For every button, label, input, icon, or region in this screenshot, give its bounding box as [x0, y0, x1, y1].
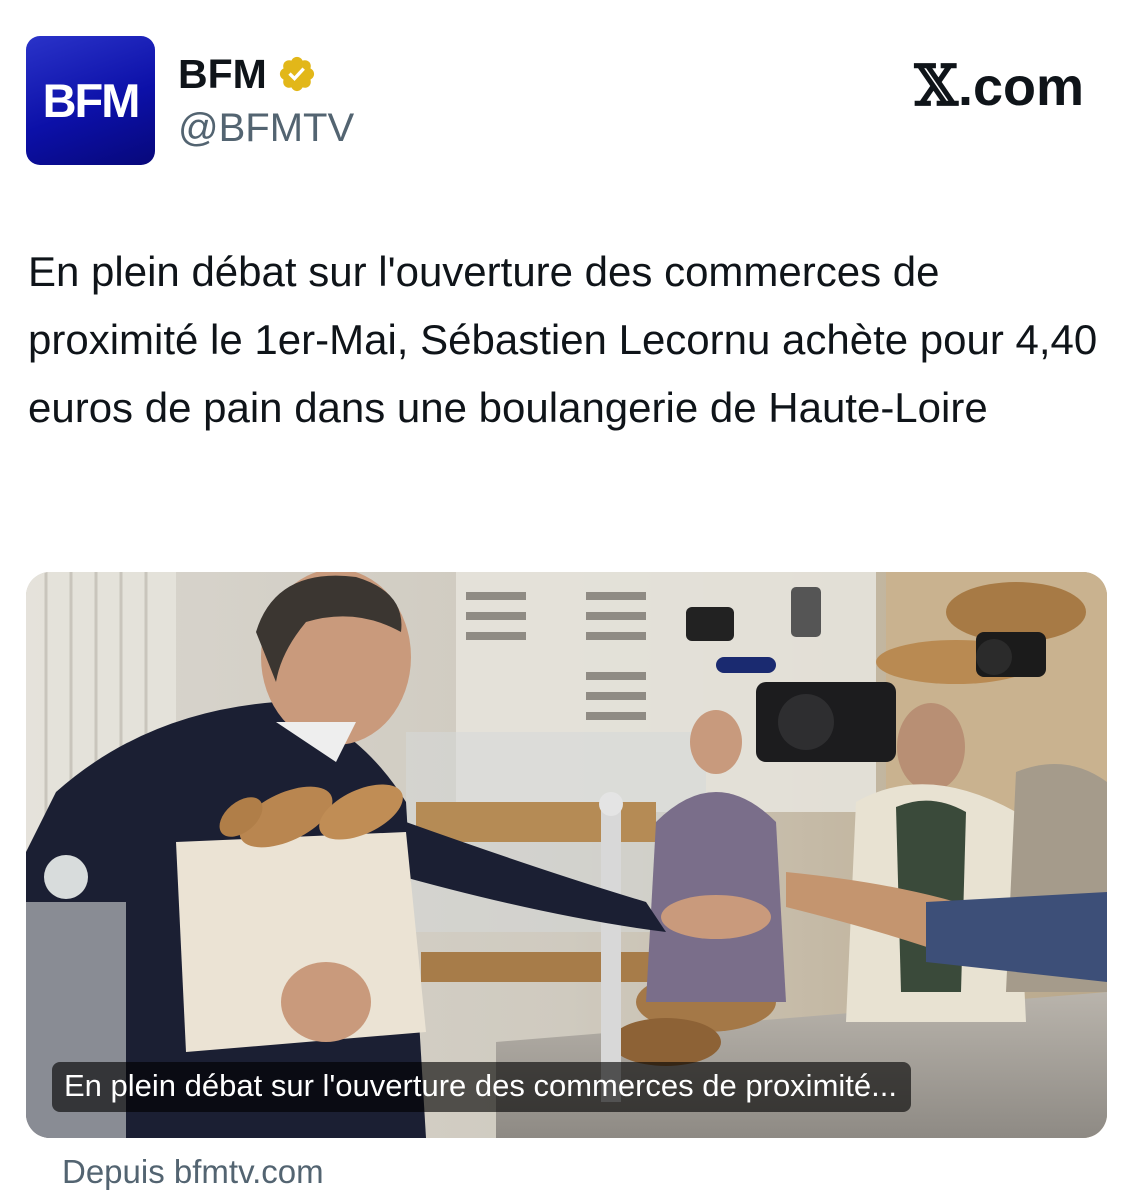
link-card-image[interactable]: En plein débat sur l'ouverture des comme…: [26, 572, 1107, 1138]
avatar-logo-text: BFM: [42, 74, 141, 127]
card-source-link[interactable]: Depuis bfmtv.com: [62, 1150, 324, 1194]
x-logo-icon: 𝕏: [914, 53, 958, 119]
x-com-watermark: 𝕏 .com: [915, 56, 1085, 117]
verified-badge-icon: [279, 56, 314, 92]
author-avatar[interactable]: BFM: [26, 36, 155, 165]
bakery-photo: [26, 572, 1107, 1138]
card-caption: En plein débat sur l'ouverture des comme…: [52, 1062, 911, 1112]
author-name-row: BFM: [178, 50, 317, 98]
author-handle[interactable]: @BFMTV: [178, 104, 354, 152]
brand-suffix: .com: [957, 57, 1084, 117]
author-name[interactable]: BFM: [178, 50, 267, 98]
tweet-text: En plein débat sur l'ouverture des comme…: [28, 248, 1098, 431]
